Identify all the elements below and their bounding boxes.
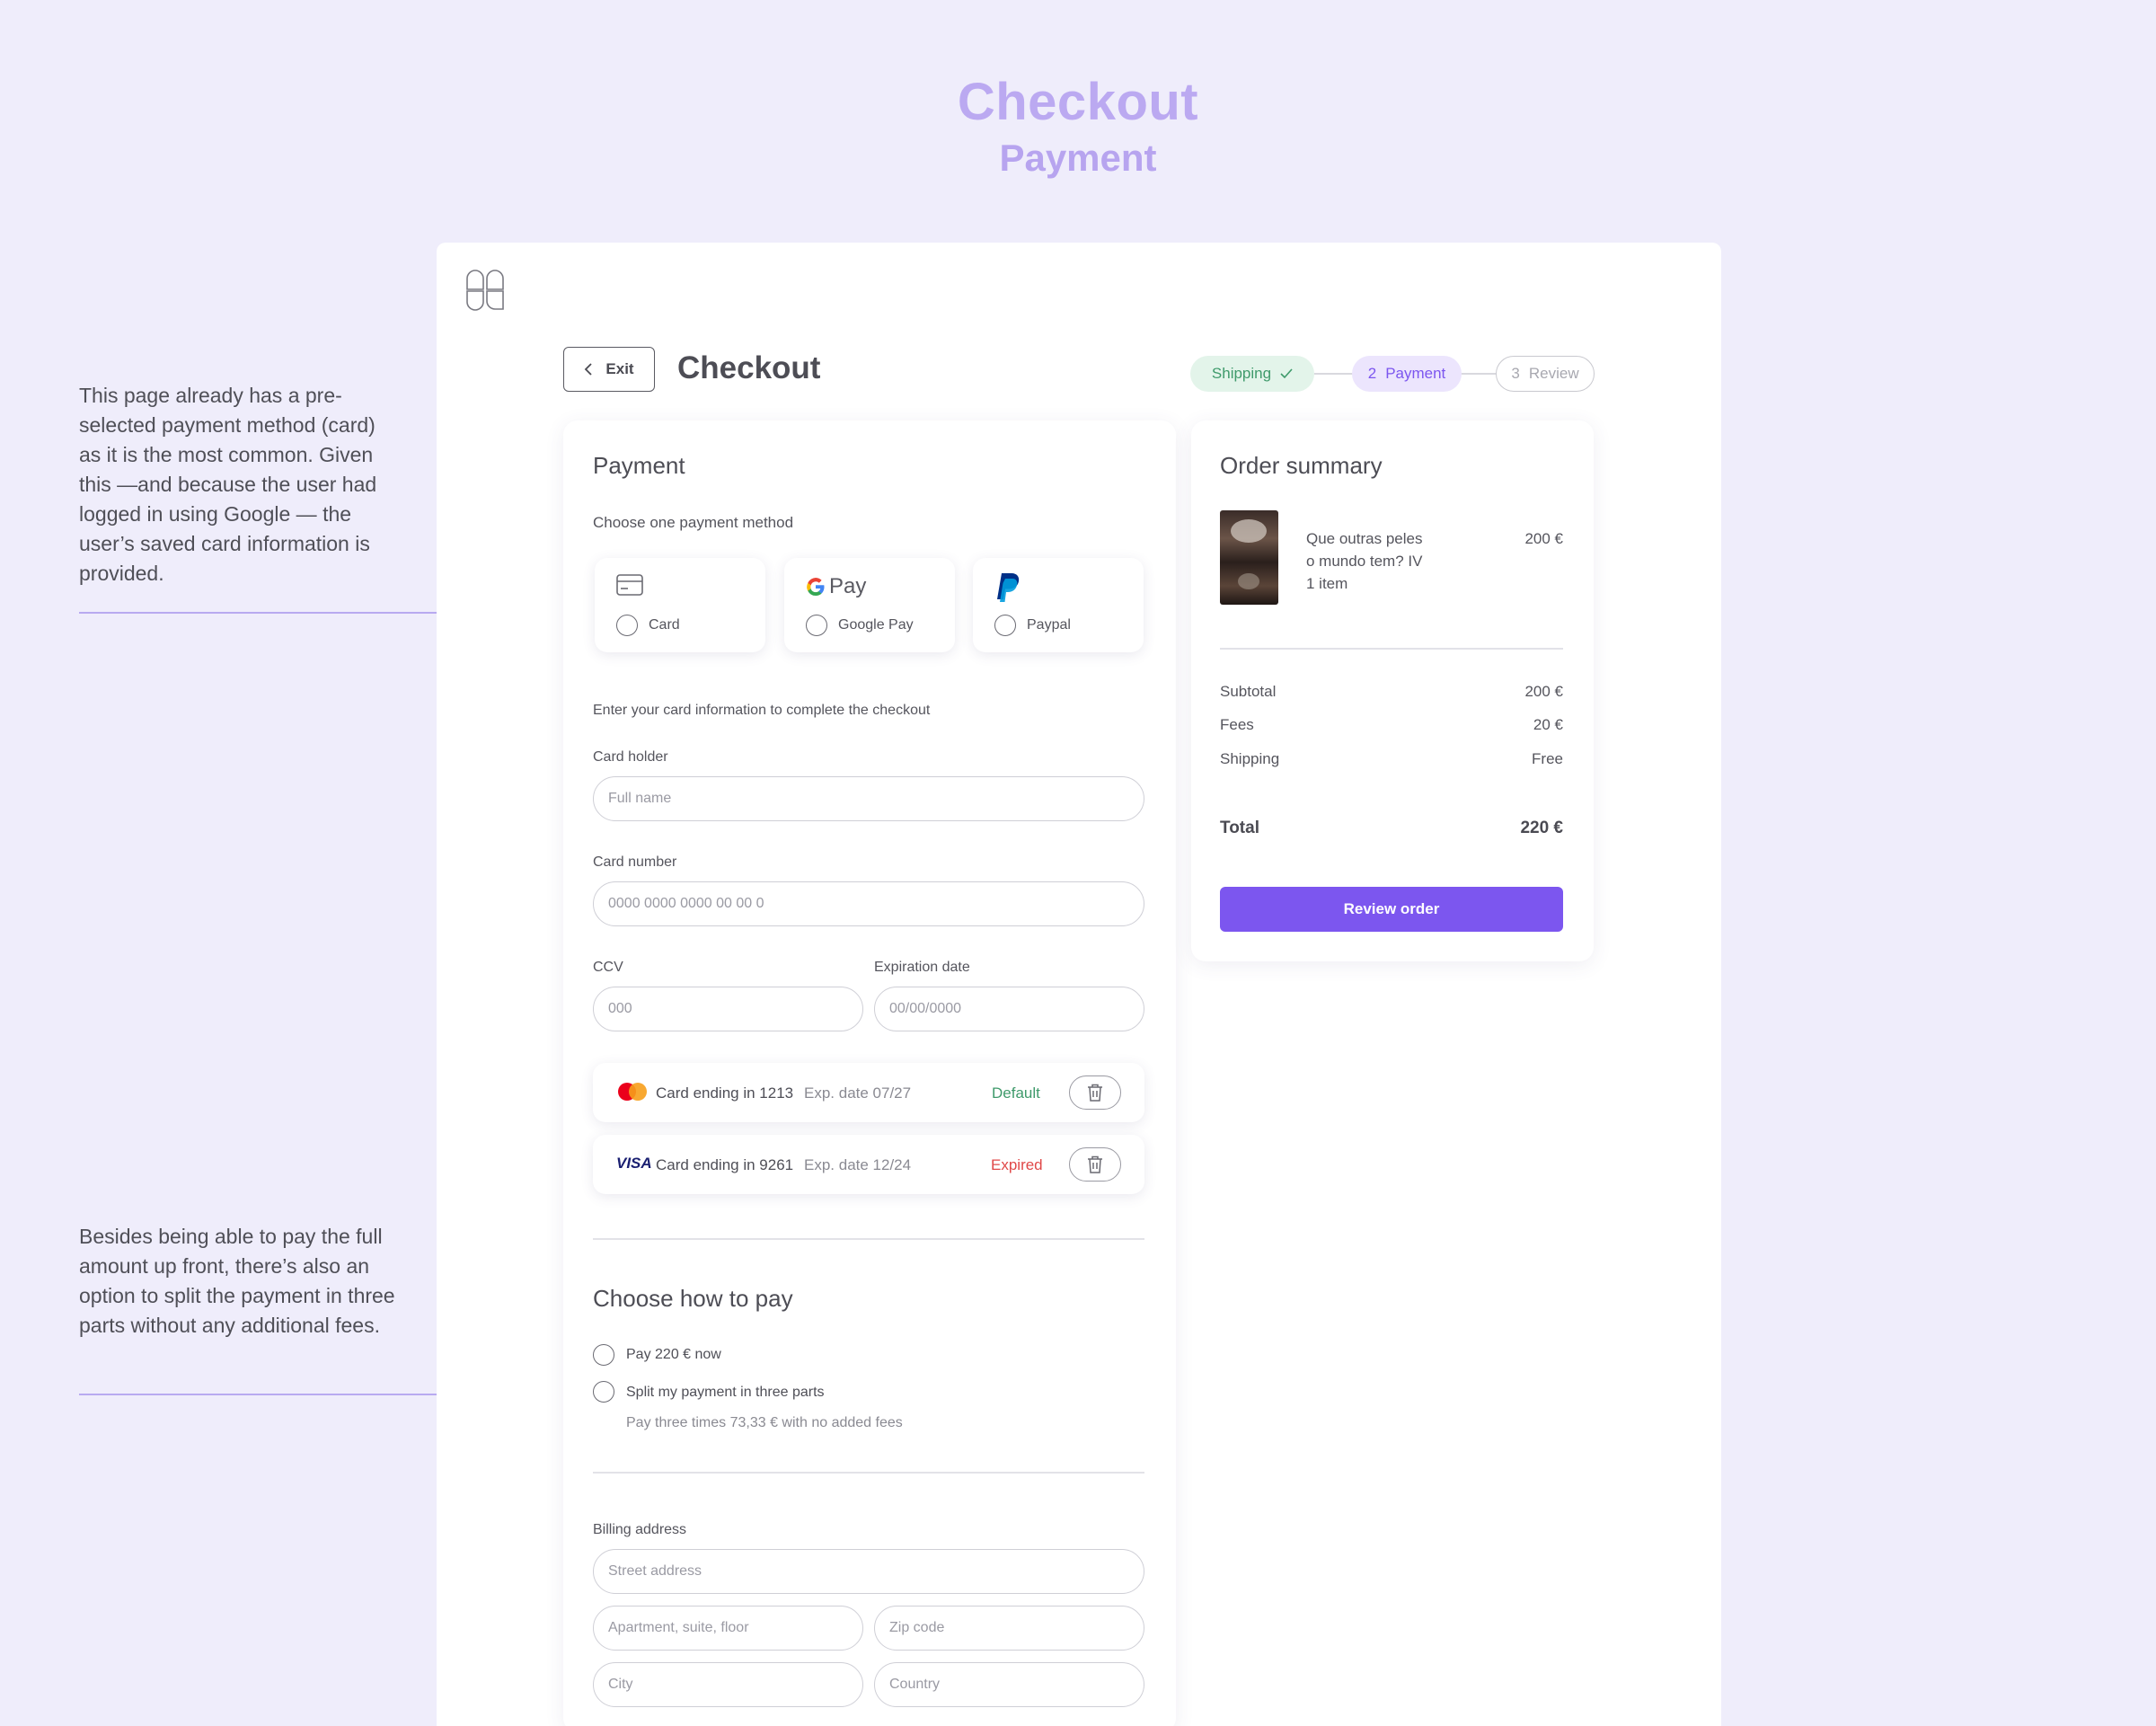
google-pay-icon: Pay [806, 574, 866, 599]
method-card-radio[interactable] [616, 615, 638, 636]
country-input[interactable] [874, 1662, 1144, 1707]
trash-icon [1088, 1155, 1102, 1173]
stepper-connector [1460, 373, 1496, 375]
exit-button-label: Exit [605, 360, 634, 377]
saved-card-status: Expired [991, 1156, 1043, 1173]
saved-card-status: Default [992, 1084, 1040, 1102]
paypal-icon [997, 573, 1020, 602]
step-payment-label: Payment [1385, 365, 1446, 382]
payment-method-prompt: Choose one payment method [593, 514, 794, 531]
google-g-icon [807, 578, 825, 596]
split-payment-label: Split my payment in three parts [626, 1385, 825, 1400]
expiration-input[interactable] [874, 987, 1144, 1031]
brand-logo [466, 270, 504, 311]
product-quantity: 1 item [1306, 575, 1348, 592]
product-name-line1: Que outras peles [1306, 530, 1423, 547]
chevron-left-icon [585, 363, 593, 376]
order-summary-heading: Order summary [1220, 452, 1383, 479]
total-value: 220 € [1520, 819, 1563, 837]
fees-label: Fees [1220, 716, 1254, 733]
page-title: Checkout [677, 350, 821, 385]
card-info-prompt: Enter your card information to complete … [593, 703, 931, 718]
card-holder-input[interactable] [593, 776, 1144, 821]
method-card-tile[interactable]: Card [595, 558, 765, 652]
product-thumbnail [1220, 510, 1278, 605]
section-divider [593, 1472, 1144, 1474]
pay-now-label: Pay 220 € now [626, 1347, 721, 1362]
saved-card-row[interactable]: VISA Card ending in 9261 Exp. date 12/24… [593, 1135, 1144, 1194]
how-to-pay-heading: Choose how to pay [593, 1285, 793, 1312]
card-number-input[interactable] [593, 881, 1144, 926]
section-divider [593, 1238, 1144, 1240]
split-payment-radio[interactable] [593, 1381, 614, 1403]
hero-subtitle: Payment [999, 137, 1157, 179]
step-payment[interactable]: 2 Payment [1352, 356, 1462, 392]
trash-icon [1088, 1084, 1102, 1102]
step-shipping[interactable]: Shipping [1190, 356, 1314, 392]
fees-value: 20 € [1533, 716, 1563, 733]
method-paypal-tile[interactable]: Paypal [973, 558, 1144, 652]
method-paypal-label: Paypal [1027, 617, 1071, 633]
summary-divider [1220, 648, 1563, 650]
saved-card-ending: Card ending in 1213 [656, 1084, 794, 1102]
expiration-label: Expiration date [874, 960, 970, 975]
method-card-label: Card [649, 617, 680, 633]
check-icon [1280, 368, 1293, 379]
step-review-number: 3 [1511, 365, 1520, 382]
hero-title: Checkout [957, 73, 1199, 131]
step-review[interactable]: 3 Review [1496, 356, 1595, 392]
zip-code-input[interactable] [874, 1606, 1144, 1651]
shipping-value: Free [1532, 750, 1563, 767]
shipping-label: Shipping [1220, 750, 1280, 767]
pay-now-radio[interactable] [593, 1344, 614, 1366]
step-review-label: Review [1528, 365, 1579, 382]
annotation-split-payment: Besides being able to pay the full amoun… [79, 1225, 395, 1337]
mastercard-icon [618, 1083, 647, 1101]
saved-card-exp: Exp. date 07/27 [804, 1084, 912, 1102]
billing-address-label: Billing address [593, 1522, 687, 1537]
step-payment-number: 2 [1367, 365, 1377, 382]
review-order-button[interactable]: Review order [1220, 887, 1563, 932]
product-name-line2: o mundo tem? IV [1306, 553, 1423, 570]
saved-card-exp: Exp. date 12/24 [804, 1156, 912, 1173]
saved-card-ending: Card ending in 9261 [656, 1156, 794, 1173]
ccv-label: CCV [593, 960, 623, 975]
step-shipping-label: Shipping [1211, 365, 1272, 382]
stepper-connector [1314, 373, 1354, 375]
google-pay-text: Pay [829, 574, 867, 598]
product-price: 200 € [1524, 530, 1563, 547]
subtotal-label: Subtotal [1220, 683, 1277, 700]
apartment-input[interactable] [593, 1606, 863, 1651]
split-payment-note: Pay three times 73,33 € with no added fe… [626, 1415, 903, 1430]
subtotal-value: 200 € [1524, 683, 1563, 700]
delete-card-button[interactable] [1069, 1075, 1121, 1110]
visa-icon: VISA [616, 1155, 652, 1172]
method-google-pay-radio[interactable] [806, 615, 827, 636]
total-label: Total [1220, 819, 1259, 837]
delete-card-button[interactable] [1069, 1147, 1121, 1182]
card-number-label: Card number [593, 854, 677, 870]
method-google-pay-label: Google Pay [838, 617, 914, 633]
saved-card-row[interactable]: Card ending in 1213 Exp. date 07/27 Defa… [593, 1063, 1144, 1122]
checkout-stepper: Shipping 2 Payment 3 Review [1190, 356, 1595, 392]
annotation-preselected: This page already has a pre-selected pay… [79, 384, 377, 585]
method-google-pay-tile[interactable]: Pay Google Pay [784, 558, 955, 652]
credit-card-icon [616, 574, 643, 596]
exit-button[interactable]: Exit [563, 347, 655, 392]
street-address-input[interactable] [593, 1549, 1144, 1594]
ccv-input[interactable] [593, 987, 863, 1031]
payment-heading: Payment [593, 452, 685, 479]
city-input[interactable] [593, 1662, 863, 1707]
method-paypal-radio[interactable] [994, 615, 1016, 636]
card-holder-label: Card holder [593, 749, 668, 765]
